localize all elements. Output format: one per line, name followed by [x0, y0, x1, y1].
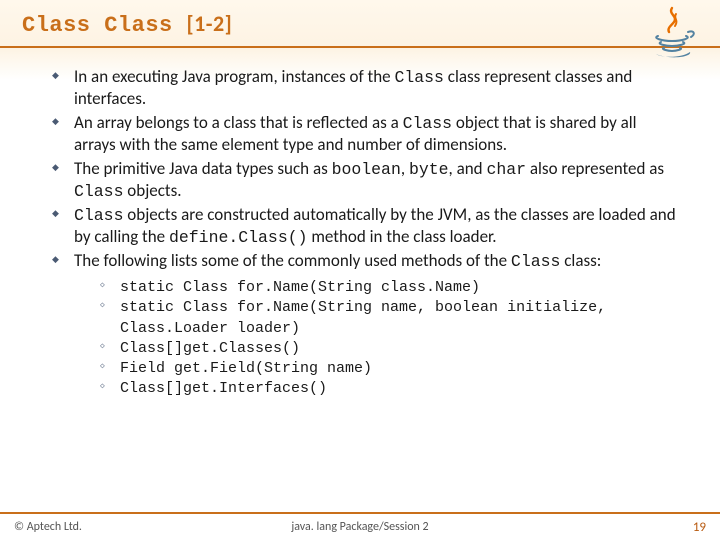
text: An array belongs to a class that is refl…: [74, 112, 403, 133]
list-item: The following lists some of the commonly…: [52, 250, 680, 400]
title-range: [1-2]: [186, 10, 232, 37]
code-text: boolean: [332, 160, 401, 179]
list-item: An array belongs to a class that is refl…: [52, 112, 680, 156]
list-item: The primitive Java data types such as bo…: [52, 158, 680, 202]
list-item: static Class for.Name(String class.Name): [100, 278, 680, 298]
list-item: Field get.Field(String name): [100, 359, 680, 379]
text: method in the class loader.: [308, 226, 497, 247]
text: objects.: [123, 180, 181, 201]
bullet-list: In an executing Java program, instances …: [52, 66, 680, 400]
title-word-2: Class: [104, 13, 173, 38]
session-text: java. lang Package/Session 2: [291, 520, 428, 534]
footer: © Aptech Ltd. java. lang Package/Session…: [0, 512, 720, 540]
text: also represented as: [526, 158, 664, 179]
list-item: Class objects are constructed automatica…: [52, 204, 680, 248]
text: In an executing Java program, instances …: [74, 66, 394, 87]
text: ,: [401, 158, 409, 179]
code-text: define.Class(): [169, 228, 308, 247]
code-text: Class: [394, 68, 443, 87]
text: class:: [560, 250, 601, 271]
copyright-text: © Aptech Ltd.: [14, 520, 82, 534]
code-text: Class: [74, 206, 123, 225]
title-bar: Class Class [1-2]: [0, 0, 720, 48]
slide: Class Class [1-2] In an executing Java p…: [0, 0, 720, 540]
java-logo-icon: [642, 4, 702, 60]
code-text: Class: [74, 182, 123, 201]
list-item: static Class for.Name(String name, boole…: [100, 298, 680, 339]
list-item: In an executing Java program, instances …: [52, 66, 680, 110]
text: The following lists some of the commonly…: [74, 250, 511, 271]
code-text: Class: [403, 114, 452, 133]
list-item: Class[]get.Interfaces(): [100, 379, 680, 399]
text: , and: [449, 158, 487, 179]
slide-title: Class Class [1-2]: [22, 10, 698, 38]
content-area: In an executing Java program, instances …: [0, 48, 720, 400]
list-item: Class[]get.Classes(): [100, 339, 680, 359]
code-text: byte: [409, 160, 449, 179]
page-number: 19: [693, 520, 706, 535]
method-list: static Class for.Name(String class.Name)…: [100, 278, 680, 400]
code-text: char: [486, 160, 526, 179]
title-word-1: Class: [22, 13, 91, 38]
text: The primitive Java data types such as: [74, 158, 332, 179]
code-text: Class: [511, 252, 560, 271]
